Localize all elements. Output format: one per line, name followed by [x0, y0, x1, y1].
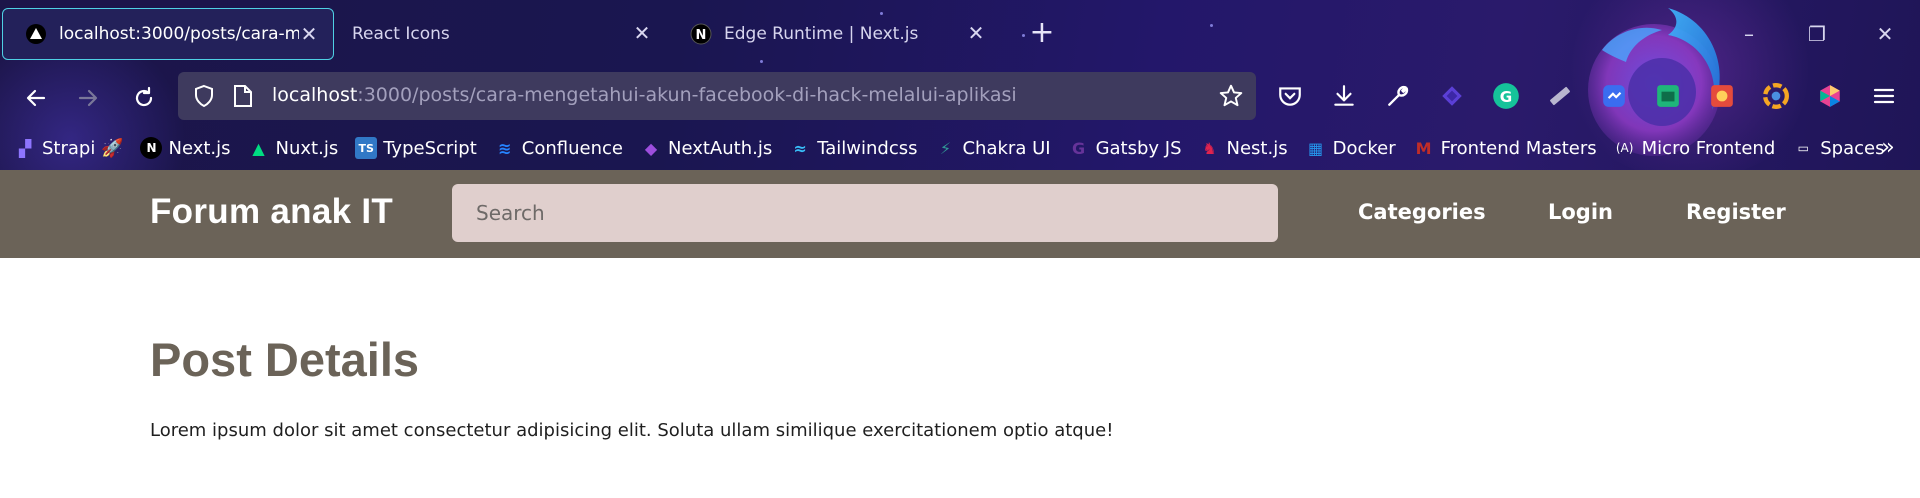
confluence-icon: ≋	[498, 138, 512, 158]
triangle-icon	[25, 23, 47, 45]
strapi-icon: ▞	[18, 138, 32, 158]
arrow-left-icon	[26, 89, 46, 107]
bookmark-item[interactable]: ▞ Strapi 🚀	[14, 137, 124, 159]
bookmark-label: Nuxt.js	[275, 137, 339, 159]
bookmark-label: Nest.js	[1226, 137, 1288, 159]
tab-react-icons[interactable]: React Icons ✕	[334, 8, 666, 60]
forward-button[interactable]	[68, 78, 108, 118]
bookmark-label: Tailwindcss	[817, 137, 918, 159]
bookmark-label: Micro Frontend	[1641, 137, 1776, 159]
bookmark-item[interactable]: ≈ Tailwindcss	[789, 137, 918, 159]
tab-edge-runtime[interactable]: N Edge Runtime | Next.js ✕	[668, 8, 1000, 60]
typescript-icon: TS	[355, 137, 378, 159]
bookmarks-bar: ▞ Strapi 🚀 N Next.js ▲ Nuxt.js TS TypeScript ≋ Co…	[14, 134, 1901, 162]
ruler-icon[interactable]	[1544, 80, 1576, 112]
url-path: :3000/posts/cara-mengetahui-akun-faceboo…	[357, 84, 1017, 106]
bookmark-item[interactable]: ▦ Docker	[1305, 137, 1396, 159]
color-wheel-icon[interactable]	[1760, 80, 1792, 112]
nav-register-link[interactable]: Register	[1686, 200, 1786, 224]
extension-blue-icon[interactable]	[1598, 80, 1630, 112]
tailwind-icon: ≈	[793, 138, 807, 158]
chakra-icon: ⚡	[939, 138, 952, 158]
reload-icon	[135, 86, 153, 107]
search-input[interactable]	[452, 184, 1278, 242]
download-icon[interactable]	[1328, 80, 1360, 112]
shield-icon[interactable]	[192, 84, 216, 108]
extension-red-icon[interactable]	[1706, 80, 1738, 112]
background-star	[760, 60, 763, 63]
tab-title: Edge Runtime | Next.js	[724, 24, 919, 44]
browser-chrome: localhost:3000/posts/cara-mengetahui-aku…	[0, 0, 1920, 170]
docker-icon: ▦	[1308, 138, 1324, 158]
pocket-icon[interactable]	[1274, 80, 1306, 112]
new-tab-button[interactable]: +	[1024, 16, 1060, 52]
bookmark-label: Gatsby JS	[1095, 137, 1182, 159]
star-bookmark-icon[interactable]	[1218, 83, 1244, 109]
frontendmasters-icon: M	[1415, 138, 1432, 158]
nextjs-icon: N	[690, 23, 712, 45]
bookmark-label: Frontend Masters	[1440, 137, 1597, 159]
chevron-double-right-icon[interactable]: »	[1872, 132, 1904, 164]
svg-text:N: N	[696, 28, 707, 43]
extension-diamond-icon[interactable]	[1436, 80, 1468, 112]
bookmark-item[interactable]: (A) Micro Frontend	[1614, 137, 1776, 159]
tab-active[interactable]: localhost:3000/posts/cara-mengetahui-aku…	[2, 8, 334, 60]
background-star	[1210, 24, 1213, 27]
bookmark-item[interactable]: ◆ NextAuth.js	[640, 137, 772, 159]
close-tab-icon[interactable]: ✕	[297, 22, 321, 46]
bookmark-item[interactable]: ≋ Confluence	[494, 137, 623, 159]
grammarly-icon[interactable]: G	[1490, 80, 1522, 112]
bookmark-label: TypeScript	[383, 137, 477, 159]
microfrontend-icon: (A)	[1615, 141, 1634, 155]
page-title: Post Details	[150, 333, 420, 386]
nav-categories-link[interactable]: Categories	[1358, 200, 1486, 224]
tab-title: localhost:3000/posts/cara-mengetahui-aku…	[59, 24, 299, 44]
minimize-button[interactable]: –	[1726, 14, 1772, 54]
post-body-text: Lorem ipsum dolor sit amet consectetur a…	[150, 420, 1114, 441]
url-text[interactable]: localhost:3000/posts/cara-mengetahui-aku…	[272, 84, 1017, 106]
bookmark-label: Strapi 🚀	[42, 137, 124, 159]
nextauth-icon: ◆	[644, 138, 658, 158]
nav-login-link[interactable]: Login	[1548, 200, 1613, 224]
site-header: Forum anak IT Categories Login Register	[0, 170, 1920, 258]
bookmark-item[interactable]: TS TypeScript	[355, 137, 477, 159]
close-window-button[interactable]: ✕	[1862, 14, 1908, 54]
reload-button[interactable]	[124, 78, 164, 118]
bookmark-item[interactable]: ⚡ Chakra UI	[934, 137, 1051, 159]
bookmark-label: Confluence	[521, 137, 623, 159]
color-picker-icon[interactable]	[1814, 80, 1846, 112]
bookmark-item[interactable]: N Next.js	[140, 137, 231, 159]
bookmark-item[interactable]: ♞ Nest.js	[1199, 137, 1288, 159]
bookmark-item[interactable]: ▲ Nuxt.js	[248, 137, 339, 159]
bookmark-label: Chakra UI	[962, 137, 1051, 159]
bookmark-label: Docker	[1332, 137, 1396, 159]
bookmark-label: Next.js	[168, 137, 231, 159]
bookmark-item[interactable]: G Gatsby JS	[1068, 137, 1182, 159]
nuxt-icon: ▲	[252, 138, 265, 158]
restore-button[interactable]: ❐	[1794, 14, 1840, 54]
extension-green-icon[interactable]	[1652, 80, 1684, 112]
wrench-icon[interactable]	[1382, 80, 1414, 112]
menu-hamburger-icon[interactable]	[1868, 80, 1900, 112]
close-tab-icon[interactable]: ✕	[630, 21, 654, 45]
address-bar[interactable]: localhost:3000/posts/cara-mengetahui-aku…	[178, 72, 1256, 120]
gatsby-icon: G	[1071, 138, 1086, 158]
bookmark-label: NextAuth.js	[667, 137, 773, 159]
nextjs-icon: N	[140, 137, 163, 159]
svg-text:G: G	[1500, 88, 1512, 106]
folder-icon: ▭	[1797, 141, 1809, 155]
bookmark-item[interactable]: ▭ Spaces	[1792, 137, 1885, 159]
nestjs-icon: ♞	[1202, 138, 1217, 158]
brand-logo[interactable]: Forum anak IT	[150, 192, 393, 232]
bookmark-item[interactable]: M Frontend Masters	[1413, 137, 1597, 159]
back-button[interactable]	[16, 78, 56, 118]
tab-title: React Icons	[352, 24, 450, 44]
arrow-right-icon	[78, 89, 98, 107]
page-icon[interactable]	[232, 84, 254, 108]
url-host: localhost	[272, 84, 358, 106]
close-tab-icon[interactable]: ✕	[964, 21, 988, 45]
